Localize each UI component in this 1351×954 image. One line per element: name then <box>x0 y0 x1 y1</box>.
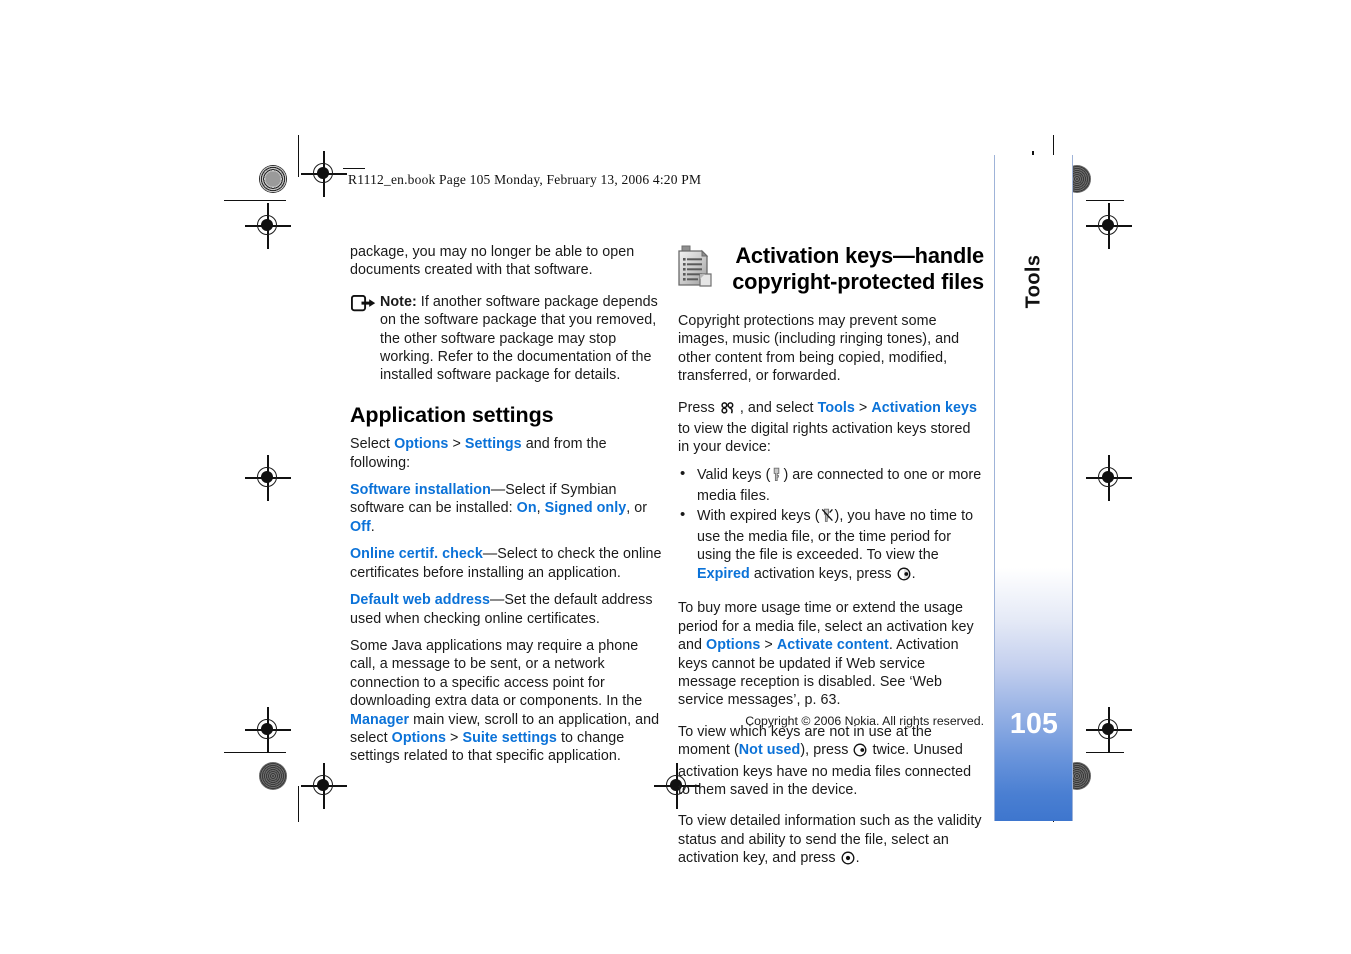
crop-mark-left-upper-horizontal <box>224 200 286 202</box>
link-not-used[interactable]: Not used <box>739 742 801 758</box>
registration-mark-bottom-left <box>301 763 347 809</box>
registration-mark-right-middle <box>1086 455 1132 501</box>
link-expired[interactable]: Expired <box>697 566 750 582</box>
section-heading-activation-keys: Activation keys—handle copyright-protect… <box>732 243 984 294</box>
detail-part-1: To view detailed information such as the… <box>678 813 982 867</box>
chapter-tab-label-text: Tools <box>1022 254 1045 308</box>
link-options[interactable]: Options <box>394 436 448 452</box>
press-pre: Press <box>678 399 719 416</box>
list-item: With expired keys (), you have no time t… <box>678 506 984 587</box>
copyright-protections-paragraph: Copyright protections may prevent some i… <box>678 313 960 385</box>
press-post: to view the digital rights activation ke… <box>678 421 971 456</box>
registration-mark-left-upper <box>245 203 291 249</box>
note-text: If another software package depends on t… <box>380 293 658 384</box>
right-heading-block: Activation keys—handle copyright-protect… <box>678 243 984 299</box>
bullet2-trailing-text: . <box>911 565 916 582</box>
slug-line: R1112_en.book Page 105 Monday, February … <box>348 172 702 187</box>
link-options-3[interactable]: Options <box>706 637 760 653</box>
bullet2-post: activation keys, press <box>749 565 896 582</box>
right-text-column: Activation keys—handle copyright-protect… <box>678 243 984 884</box>
buy-part-2: > <box>760 637 777 654</box>
not-used-keys-paragraph: To view which keys are not in use at the… <box>678 723 984 800</box>
press-mid: , and select <box>735 399 818 416</box>
scroll-right-key-icon <box>897 567 911 586</box>
crop-mark-bottom-left-vertical <box>298 786 300 822</box>
term-online-certif-check[interactable]: Online certif. check <box>350 546 483 562</box>
link-activation-keys[interactable]: Activation keys <box>871 400 977 416</box>
link-activate-content[interactable]: Activate content <box>777 637 889 653</box>
halftone-dot-top-left <box>259 165 287 193</box>
option-on[interactable]: On <box>517 500 537 516</box>
crop-mark-right-lower-horizontal <box>1086 752 1124 754</box>
note-pointer-icon <box>350 294 376 312</box>
activation-key-bullet-list: Valid keys () are connected to one or mo… <box>678 465 984 587</box>
crop-mark-left-lower-horizontal <box>224 752 286 754</box>
intro-paragraph: Select Options > Settings and from the f… <box>350 435 662 472</box>
java-part-3: > <box>446 729 463 746</box>
bullet1-pre: Valid keys ( <box>697 466 771 483</box>
copyright-notice: Copyright © 2006 Nokia. All rights reser… <box>745 714 984 728</box>
registration-mark-left-middle <box>245 455 291 501</box>
note-block: Note: If another software package depend… <box>350 293 662 385</box>
opt-sep-2: , or <box>626 500 648 517</box>
link-tools[interactable]: Tools <box>818 400 855 416</box>
activation-keys-document-icon <box>675 244 715 288</box>
intro-sep: > <box>448 436 465 453</box>
registration-mark-top-left <box>301 151 347 197</box>
note-label: Note: <box>380 293 417 310</box>
chapter-tab-label: Tools <box>1002 236 1066 326</box>
java-part-1: Some Java applications may require a pho… <box>350 637 643 710</box>
link-manager[interactable]: Manager <box>350 712 409 728</box>
continued-paragraph: package, you may no longer be able to op… <box>350 244 635 279</box>
detailed-information-paragraph: To view detailed information such as the… <box>678 812 984 870</box>
crop-mark-right-upper-horizontal <box>1086 200 1124 202</box>
scroll-right-key-icon <box>853 743 867 762</box>
desc-post-1: . <box>370 518 375 535</box>
crop-mark-top-left-vertical <box>298 135 300 177</box>
link-options-2[interactable]: Options <box>392 730 446 746</box>
setting-item-software-installation: Software installation—Select if Symbian … <box>350 481 662 536</box>
link-settings[interactable]: Settings <box>465 436 522 452</box>
registration-mark-right-upper <box>1086 203 1132 249</box>
option-signed-only[interactable]: Signed only <box>545 500 627 516</box>
expired-key-icon <box>821 508 834 528</box>
valid-key-icon <box>771 467 782 487</box>
java-applications-paragraph: Some Java applications may require a pho… <box>350 637 662 766</box>
menu-key-icon <box>720 400 735 420</box>
notused-part-2: ), press <box>800 742 853 759</box>
term-software-installation[interactable]: Software installation <box>350 482 491 498</box>
intro-pre: Select <box>350 436 395 453</box>
press-menu-paragraph: Press , and select Tools > Activation ke… <box>678 399 984 457</box>
link-suite-settings[interactable]: Suite settings <box>462 730 556 746</box>
detail-part-2: . <box>855 850 860 867</box>
bullet2-pre: With expired keys ( <box>697 507 820 524</box>
left-text-column: package, you may no longer be able to op… <box>350 243 662 779</box>
page-number: 105 <box>1009 708 1059 740</box>
document-page: R1112_en.book Page 105 Monday, February … <box>0 0 1351 954</box>
term-default-web-address[interactable]: Default web address <box>350 592 490 608</box>
setting-item-default-web-address: Default web address—Set the default addr… <box>350 591 662 628</box>
press-sep: > <box>854 399 872 416</box>
registration-mark-left-lower <box>245 707 291 753</box>
buy-usage-time-paragraph: To buy more usage time or extend the usa… <box>678 599 984 709</box>
option-off[interactable]: Off <box>350 519 371 535</box>
registration-mark-right-lower <box>1086 707 1132 753</box>
slug-rule <box>343 168 365 170</box>
opt-sep-1: , <box>536 500 545 517</box>
section-heading-application-settings: Application settings <box>350 402 554 427</box>
select-key-icon <box>841 851 855 870</box>
halftone-dot-bottom-left <box>259 762 287 790</box>
setting-item-online-certif-check: Online certif. check—Select to check the… <box>350 545 662 582</box>
list-item: Valid keys () are connected to one or mo… <box>678 465 984 506</box>
